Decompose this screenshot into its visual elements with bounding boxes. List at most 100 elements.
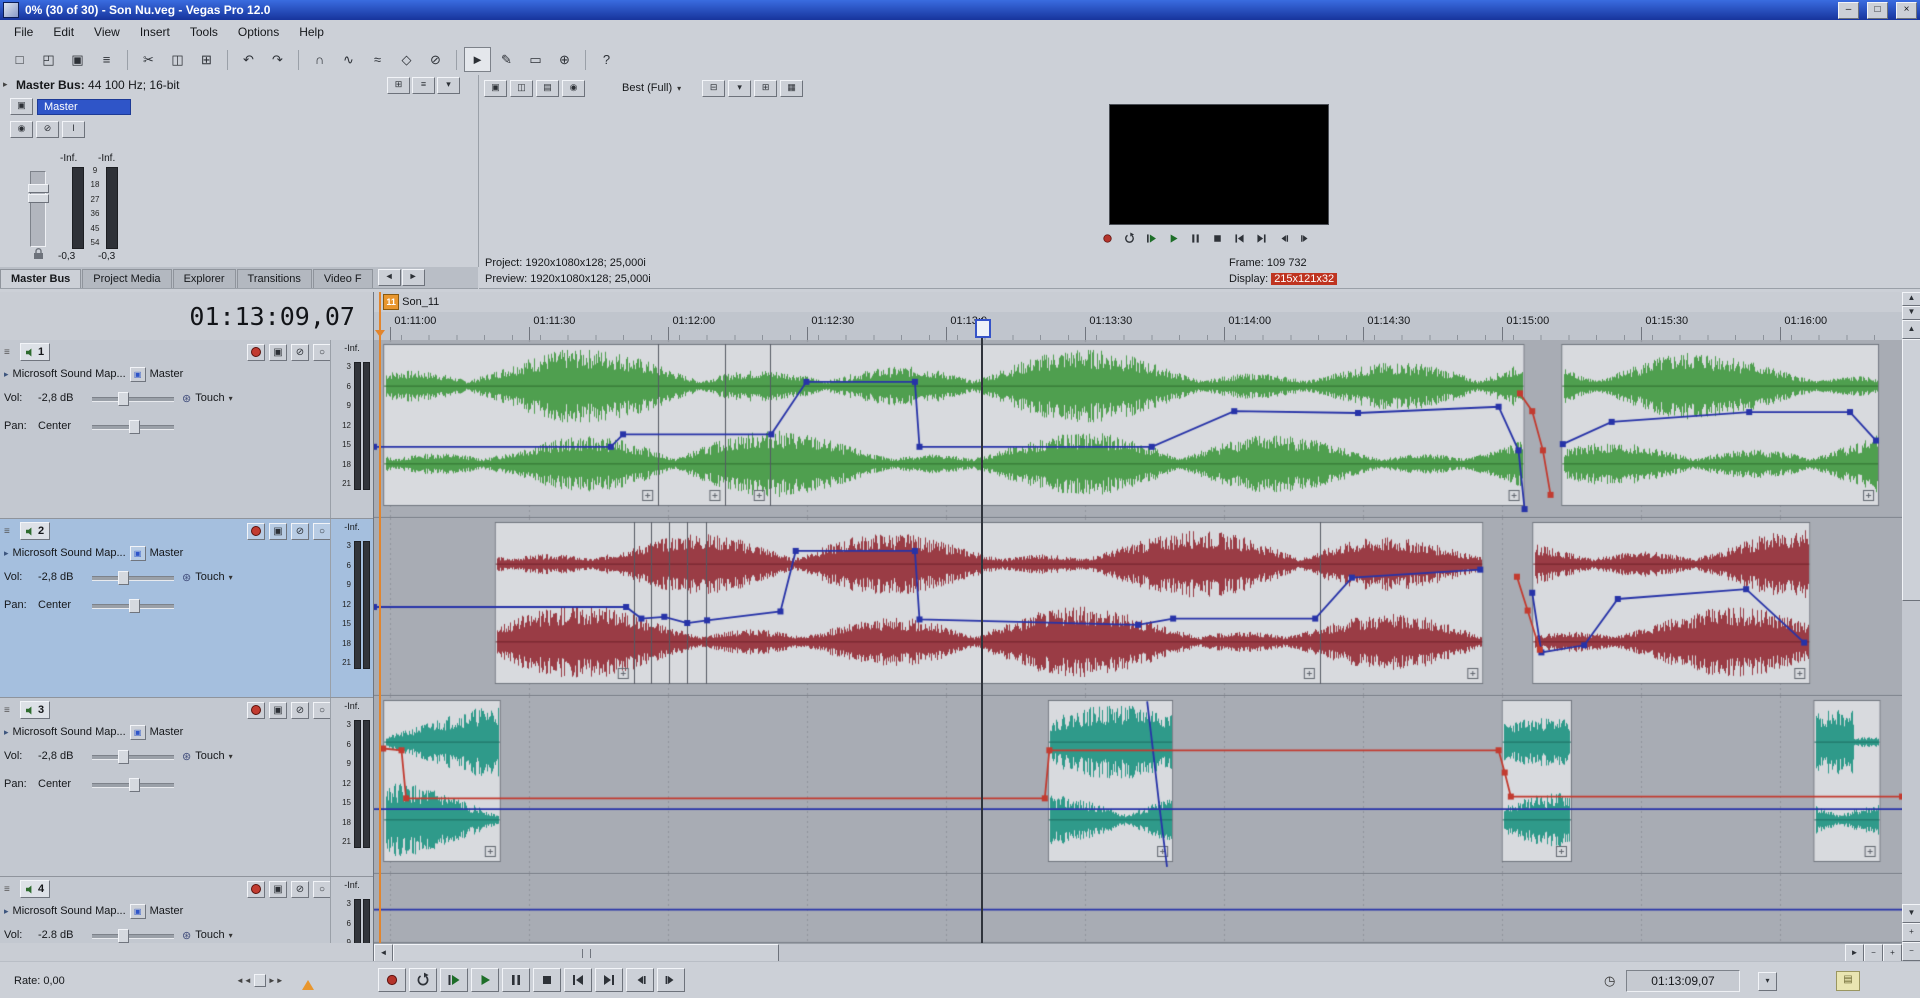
vol-value[interactable]: -2,8 dB: [38, 392, 88, 404]
menu-help[interactable]: Help: [289, 22, 334, 42]
split-screen-dropdown[interactable]: ▾: [728, 80, 751, 97]
track-number[interactable]: 1: [20, 343, 50, 361]
minimize-button[interactable]: –: [1838, 2, 1859, 19]
automation-settings-icon[interactable]: ⊛: [182, 392, 191, 405]
vscroll-track[interactable]: [1902, 339, 1920, 904]
preview-stop-button[interactable]: [1207, 230, 1227, 247]
split-screen-button[interactable]: ⊟: [702, 80, 725, 97]
open-button[interactable]: ◰: [35, 47, 62, 72]
mute-button[interactable]: ⊘: [291, 344, 309, 361]
pan-slider[interactable]: [92, 599, 174, 611]
marker-number[interactable]: 11: [383, 294, 399, 310]
dock-pin-button[interactable]: ▣: [484, 80, 507, 97]
track-3-events[interactable]: [374, 696, 1902, 874]
track-device[interactable]: Microsoft Sound Map...: [13, 905, 126, 917]
rate-display[interactable]: Rate: 0,00: [14, 975, 65, 987]
track-4-events[interactable]: [374, 874, 1902, 943]
zoom-in-track-height-button[interactable]: +: [1902, 923, 1920, 942]
automation-settings-icon[interactable]: ⊛: [182, 571, 191, 584]
track-header-1[interactable]: ≡ 1 ▣ ⊘ ○ ▸ Microsoft Sound Map... ▣ Mas…: [0, 340, 373, 519]
track-automation-button[interactable]: ▣: [269, 344, 287, 361]
preview-play-from-start-button[interactable]: [1141, 230, 1161, 247]
scrub-thumb[interactable]: [254, 974, 266, 987]
pause-button[interactable]: [502, 968, 530, 992]
track-device[interactable]: Microsoft Sound Map...: [13, 368, 126, 380]
automation-mode[interactable]: Touch: [195, 750, 224, 762]
vol-value[interactable]: -2.8 dB: [38, 929, 88, 941]
pan-value[interactable]: Center: [38, 420, 88, 432]
save-snapshot-button[interactable]: ▤: [536, 80, 559, 97]
track-drag-handle[interactable]: ≡: [4, 884, 16, 895]
zoom-out-track-height-button[interactable]: −: [1902, 942, 1920, 961]
zoom-out-time-button[interactable]: −: [1864, 944, 1883, 961]
volume-slider[interactable]: [92, 392, 174, 404]
master-gain-left[interactable]: -0,3: [58, 251, 75, 262]
preview-next-frame-button[interactable]: [1295, 230, 1315, 247]
automation-mode-arrow[interactable]: ▾: [229, 931, 233, 940]
track-header-4[interactable]: ≡ 4 ▣ ⊘ ○ ▸ Microsoft Sound Map... ▣ Mas…: [0, 877, 373, 943]
meter-options-button[interactable]: ▾: [437, 77, 460, 94]
normal-edit-tool-button[interactable]: ►: [464, 47, 491, 72]
tab-project-media[interactable]: Project Media: [82, 269, 171, 288]
track-number[interactable]: 4: [20, 880, 50, 898]
auto-ripple-button[interactable]: ≈: [364, 47, 391, 72]
track-automation-button[interactable]: ▣: [269, 881, 287, 898]
enable-snapping-button[interactable]: ∩: [306, 47, 333, 72]
cut-button[interactable]: ✂: [135, 47, 162, 72]
track-2-events[interactable]: [374, 518, 1902, 696]
master-properties-button[interactable]: ≡: [412, 77, 435, 94]
tab-master-bus[interactable]: Master Bus: [0, 269, 81, 288]
go-to-start-button[interactable]: [564, 968, 592, 992]
maximize-button[interactable]: □: [1867, 2, 1888, 19]
hscroll-track[interactable]: [393, 944, 1845, 961]
automation-mode[interactable]: Touch: [195, 571, 224, 583]
mute-button[interactable]: ⊘: [291, 881, 309, 898]
master-dim-button[interactable]: I: [62, 121, 85, 138]
pan-value[interactable]: Center: [38, 599, 88, 611]
zoom-in-time-button[interactable]: +: [1883, 944, 1902, 961]
bus-assign-button[interactable]: ▣: [130, 725, 146, 740]
envelope-edit-tool-button[interactable]: ✎: [493, 47, 520, 72]
master-mute-button[interactable]: ⊘: [36, 121, 59, 138]
menu-edit[interactable]: Edit: [43, 22, 84, 42]
grid-overlay-button[interactable]: ⊞: [754, 80, 777, 97]
menu-file[interactable]: File: [4, 22, 43, 42]
tab-scroll-right-button[interactable]: ►: [402, 269, 425, 286]
automation-mode[interactable]: Touch: [195, 392, 224, 404]
bus-assign-button[interactable]: ▣: [130, 367, 146, 382]
tab-transitions[interactable]: Transitions: [237, 269, 312, 288]
timecode-display[interactable]: 01:13:09,07: [0, 292, 373, 341]
solo-button[interactable]: ○: [313, 344, 331, 361]
track-drag-handle[interactable]: ≡: [4, 526, 16, 537]
track-1-events[interactable]: [374, 340, 1902, 518]
undo-button[interactable]: ↶: [235, 47, 262, 72]
whats-this-help-button[interactable]: ?: [593, 47, 620, 72]
ruler-spin-up-button[interactable]: ▲: [1902, 292, 1920, 306]
timeline-vscrollbar[interactable]: ▲ ▼ ▲ ▼ + −: [1902, 292, 1920, 961]
volume-slider[interactable]: [92, 750, 174, 762]
playhead-marker[interactable]: [975, 319, 991, 338]
zoom-edit-tool-button[interactable]: ⊕: [551, 47, 578, 72]
hscroll-right-button[interactable]: ►: [1845, 944, 1864, 961]
track-device[interactable]: Microsoft Sound Map...: [13, 547, 126, 559]
track-automation-button[interactable]: ▣: [269, 523, 287, 540]
vscroll-thumb[interactable]: [1902, 339, 1920, 601]
menu-tools[interactable]: Tools: [180, 22, 228, 42]
volume-slider[interactable]: [92, 929, 174, 941]
pan-value[interactable]: Center: [38, 778, 88, 790]
vscroll-down-button[interactable]: ▼: [1902, 904, 1920, 923]
play-from-start-button[interactable]: [440, 968, 468, 992]
safe-area-button[interactable]: ▦: [780, 80, 803, 97]
automation-mode[interactable]: Touch: [195, 929, 224, 941]
play-button[interactable]: [471, 968, 499, 992]
preview-go-to-end-button[interactable]: [1251, 230, 1271, 247]
collapse-arrow-icon[interactable]: ▸: [3, 79, 8, 90]
playhead-cursor[interactable]: [981, 318, 983, 943]
loop-playback-button[interactable]: [409, 968, 437, 992]
master-automation-button[interactable]: ◉: [10, 121, 33, 138]
vol-value[interactable]: -2,8 dB: [38, 750, 88, 762]
mute-button[interactable]: ⊘: [291, 702, 309, 719]
master-bus-name[interactable]: Master: [37, 99, 131, 115]
record-arm-button[interactable]: [247, 702, 265, 719]
preview-loop-playback-button[interactable]: [1119, 230, 1139, 247]
